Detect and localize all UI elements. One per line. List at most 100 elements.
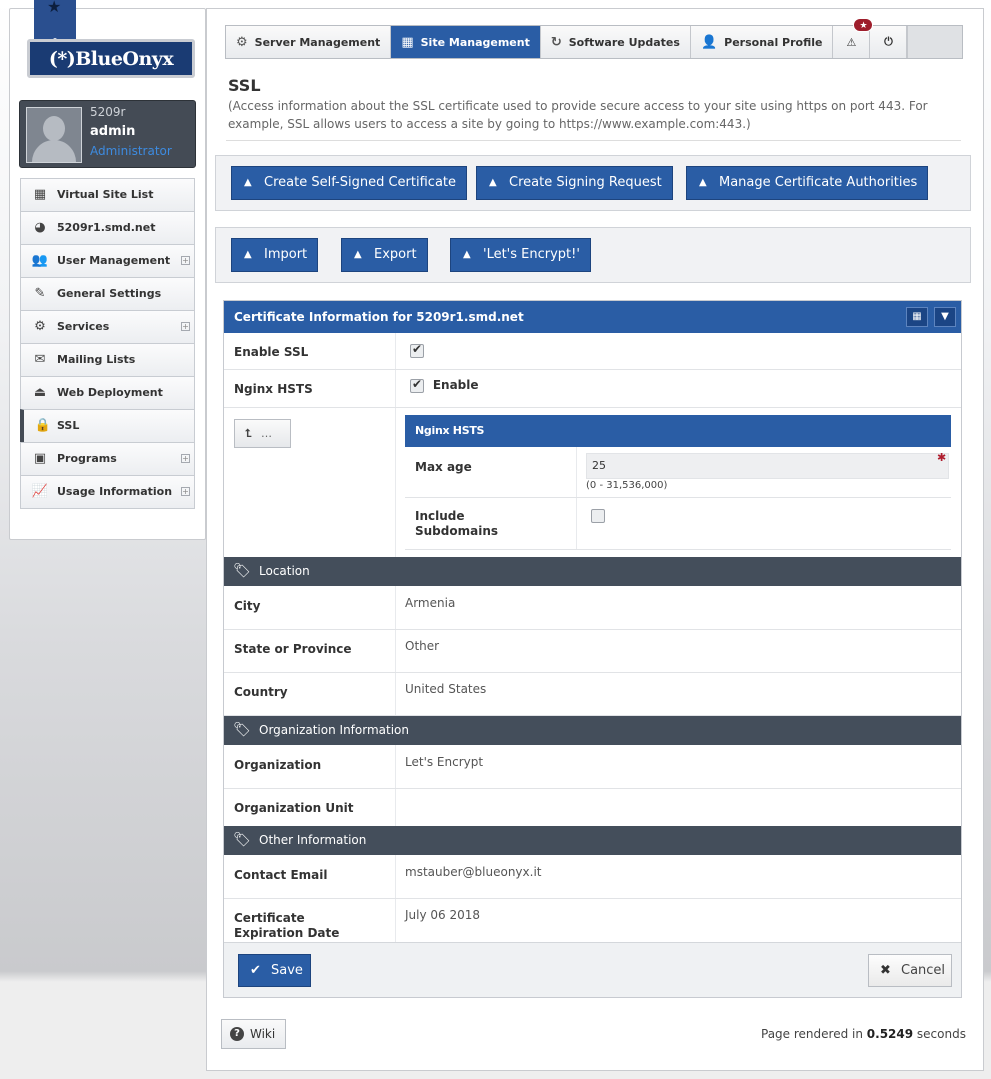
chevron-up-icon: ▲ [463, 249, 471, 260]
sidebar-item-label: SSL [57, 419, 80, 432]
button-label: Save [271, 963, 303, 978]
back-button-label: … [261, 427, 272, 440]
hsts-subpanel-title: Nginx HSTS [405, 415, 951, 447]
tab-alerts[interactable]: ⚠ ★ [833, 18, 874, 58]
enable-ssl-checkbox[interactable] [410, 342, 424, 358]
divider [226, 140, 961, 141]
wiki-button[interactable]: ? Wiki [221, 1019, 286, 1049]
organization-value: Let's Encrypt [405, 755, 484, 769]
page-description: (Access information about the SSL certif… [228, 99, 928, 131]
expiration-date-row: Certificate Expiration Date July 06 2018 [224, 899, 961, 942]
lets-encrypt-button[interactable]: ▲ 'Let's Encrypt!' [450, 238, 591, 272]
action-bar-certificates: ▲ Create Self-Signed Certificate ▲ Create … [215, 155, 971, 211]
manage-certificate-authorities-button[interactable]: ▲ Manage Certificate Authorities [686, 166, 929, 200]
tag-icon: 🏷 [233, 563, 251, 579]
expand-icon[interactable]: + [181, 454, 190, 463]
user-role-link[interactable]: Administrator [90, 144, 172, 158]
section-title: Organization Information [259, 723, 409, 737]
expand-icon[interactable]: + [181, 487, 190, 496]
organization-label: Organization [234, 758, 322, 772]
tab-label: Personal Profile [724, 35, 823, 49]
sidebar-item-label: Services [57, 320, 110, 333]
max-age-label: Max age [415, 460, 472, 474]
sidebar-item-label: Web Deployment [57, 386, 163, 399]
gear-icon: ⚙ [34, 319, 46, 334]
sidebar-item-virtual-site-list[interactable]: ▦ Virtual Site List [20, 178, 195, 212]
import-button[interactable]: ▲ Import [231, 238, 319, 272]
sidebar-item-general-settings[interactable]: ✎ General Settings [20, 277, 195, 311]
include-subdomains-row: Include Subdomains [405, 498, 951, 550]
sidebar-item-label: Usage Information [57, 485, 173, 498]
top-navigation: ⚙ Server Management ▦ Site Management ↻ … [225, 18, 963, 59]
button-label: Wiki [250, 1027, 276, 1041]
warning-icon: ⚠ [846, 35, 857, 49]
upload-icon: ⏏ [33, 385, 47, 400]
tab-logout[interactable]: ⏻ [870, 26, 908, 58]
certificate-panel: Certificate Information for 5209r1.smd.n… [223, 300, 962, 998]
topnav-search-area[interactable] [907, 26, 962, 58]
include-subdomains-checkbox[interactable] [591, 509, 605, 523]
sidebar-item-usage-information[interactable]: 📈 Usage Information + [20, 475, 195, 509]
nginx-hsts-checkbox[interactable] [410, 377, 424, 393]
contact-email-row: Contact Email mstauber@blueonyx.it [224, 855, 961, 899]
button-label: Import [264, 247, 308, 262]
panel-footer: ✔ Save ✖ Cancel [224, 942, 961, 997]
cancel-button[interactable]: ✖ Cancel [868, 954, 952, 987]
sidebar-item-web-deployment[interactable]: ⏏ Web Deployment [20, 376, 195, 410]
envelope-icon: ✉ [34, 352, 46, 367]
tab-server-management[interactable]: ⚙ Server Management [226, 26, 392, 58]
panel-title-text: Certificate Information for 5209r1.smd.n… [234, 310, 524, 324]
save-button[interactable]: ✔ Save [238, 954, 311, 987]
tab-site-management[interactable]: ▦ Site Management [391, 26, 541, 58]
users-icon: 👥 [31, 253, 49, 268]
chip-icon: ▣ [33, 451, 47, 466]
state-row: State or Province Other [224, 630, 961, 673]
chevron-up-icon: ▲ [244, 177, 252, 188]
button-label: 'Let's Encrypt!' [483, 247, 580, 262]
city-row: City Armenia [224, 586, 961, 630]
sidebar-item-label: General Settings [57, 287, 162, 300]
create-signing-request-button[interactable]: ▲ Create Signing Request [476, 166, 673, 200]
caret-down-icon[interactable]: ▼ [934, 307, 956, 327]
max-age-input[interactable]: 25 [586, 453, 949, 479]
render-time: Page rendered in 0.5249 seconds [761, 1027, 966, 1041]
include-subdomains-label: Include Subdomains [415, 509, 499, 538]
sidebar-item-site[interactable]: ◕ 5209r1.smd.net [20, 211, 195, 245]
enable-ssl-row: Enable SSL [224, 333, 961, 370]
required-icon: ✱ [937, 451, 947, 464]
sidebar-item-label: Virtual Site List [57, 188, 154, 201]
organization-row: Organization Let's Encrypt [224, 745, 961, 789]
nginx-hsts-label: Nginx HSTS [234, 382, 313, 396]
sidebar-item-services[interactable]: ⚙ Services + [20, 310, 195, 344]
help-icon: ? [230, 1027, 244, 1041]
nginx-hsts-option-label: Enable [432, 378, 479, 392]
export-button[interactable]: ▲ Export [341, 238, 428, 272]
firefox-globe-icon: ◕ [34, 220, 46, 235]
sidebar-item-programs[interactable]: ▣ Programs + [20, 442, 195, 476]
blueonyx-logo[interactable]: (*)BlueOnyx [27, 39, 195, 78]
back-button[interactable]: ⮤ … [234, 419, 291, 448]
other-section-header: 🏷 Other Information [224, 826, 961, 855]
country-value: United States [405, 682, 487, 696]
sidebar-item-user-management[interactable]: 👥 User Management + [20, 244, 195, 278]
nginx-hsts-row: Nginx HSTS Enable [224, 370, 961, 408]
sidebar-item-label: User Management [57, 254, 171, 267]
sidebar-item-mailing-lists[interactable]: ✉ Mailing Lists [20, 343, 195, 377]
sidebar-item-ssl[interactable]: 🔒 SSL [20, 409, 195, 443]
organization-unit-row: Organization Unit [224, 789, 961, 827]
gear-icon: ⚙ [236, 34, 248, 50]
button-label: Create Self-Signed Certificate [264, 175, 457, 190]
location-section-header: 🏷 Location [224, 557, 961, 586]
expand-icon[interactable]: + [181, 256, 190, 265]
tab-software-updates[interactable]: ↻ Software Updates [541, 26, 691, 58]
sidebar-nav: ▦ Virtual Site List ◕ 5209r1.smd.net 👥 U… [20, 178, 195, 509]
render-time-value: 0.5249 [866, 1027, 914, 1041]
tab-personal-profile[interactable]: 👤 Personal Profile [691, 26, 834, 58]
enable-ssl-label: Enable SSL [234, 345, 309, 359]
grid-view-icon[interactable]: ▦ [906, 307, 928, 327]
user-host: 5209r [90, 105, 126, 119]
create-self-signed-button[interactable]: ▲ Create Self-Signed Certificate [231, 166, 468, 200]
expand-icon[interactable]: + [181, 322, 190, 331]
bookmark-ribbon: ★ [34, 0, 76, 48]
tag-icon: 🏷 [233, 832, 251, 848]
